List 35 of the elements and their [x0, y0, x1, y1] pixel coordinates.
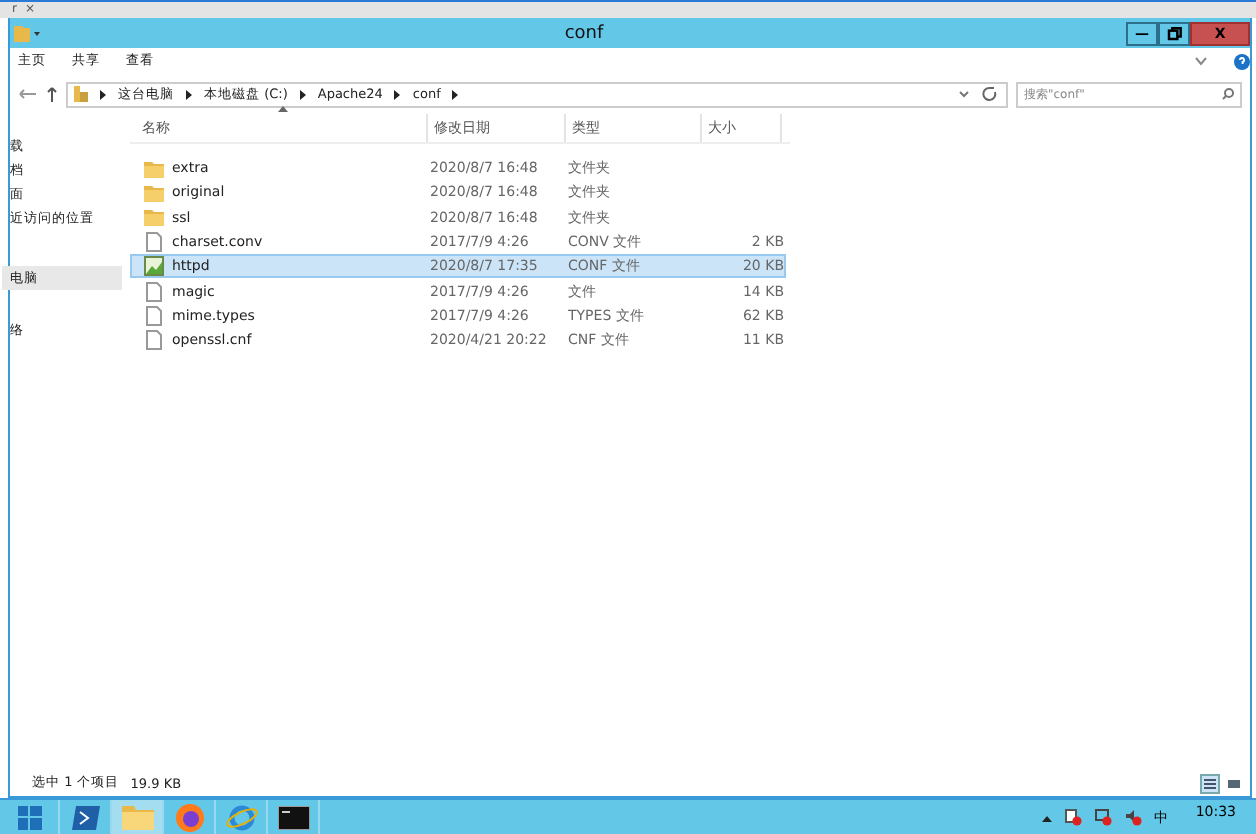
- back-arrow-icon[interactable]: [18, 88, 38, 100]
- folder-icon: [121, 804, 153, 830]
- file-icon: [146, 330, 162, 351]
- refresh-icon[interactable]: [982, 86, 998, 102]
- breadcrumb-separator-icon: [186, 89, 192, 99]
- chevron-down-icon[interactable]: [1194, 56, 1208, 66]
- folder-icon: [74, 86, 88, 102]
- breadcrumb-separator-icon: [100, 89, 106, 99]
- file-icon: [146, 232, 162, 253]
- search-icon: [1222, 88, 1234, 100]
- file-icon: [146, 281, 162, 302]
- image-file-icon: [144, 256, 164, 277]
- file-icon: [146, 305, 162, 326]
- breadcrumb-separator-icon: [394, 89, 401, 99]
- help-icon[interactable]: [1234, 53, 1250, 69]
- window-title: conf: [564, 23, 604, 43]
- restore-button[interactable]: [1158, 21, 1191, 45]
- speaker-icon[interactable]: [1123, 808, 1142, 826]
- details-view-icon[interactable]: [1200, 773, 1220, 793]
- globe-ring-icon: [225, 803, 257, 831]
- command-prompt-icon: [277, 805, 309, 829]
- terminal-app-icon: [71, 805, 99, 829]
- folder-icon: [144, 159, 164, 178]
- network-icon[interactable]: [1093, 808, 1112, 826]
- chevron-down-icon[interactable]: [958, 90, 970, 98]
- sort-caret-icon: [278, 106, 288, 112]
- folder-icon: [144, 208, 164, 227]
- windows-logo-icon: [17, 805, 41, 829]
- breadcrumb-separator-icon: [452, 89, 459, 99]
- caret-up-icon[interactable]: [1041, 813, 1052, 821]
- folder-icon[interactable]: [14, 24, 42, 42]
- folder-icon: [144, 183, 164, 202]
- up-arrow-icon[interactable]: [46, 86, 58, 102]
- breadcrumb-separator-icon: [299, 89, 306, 99]
- browser-globe-icon: [175, 803, 203, 831]
